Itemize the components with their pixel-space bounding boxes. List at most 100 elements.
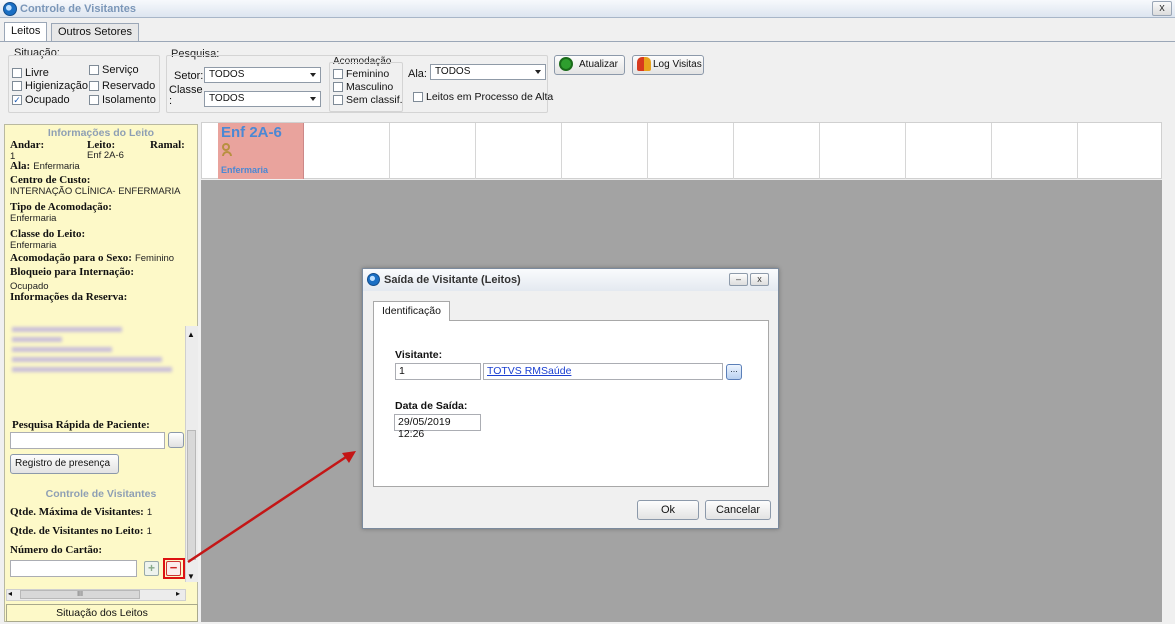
bed-cell-empty[interactable] bbox=[906, 123, 992, 179]
cartao-input[interactable] bbox=[10, 560, 137, 577]
cartao-label: Número do Cartão: bbox=[10, 544, 103, 556]
scroll-up-icon[interactable]: ▲ bbox=[187, 330, 195, 339]
classe-label: Classe: bbox=[169, 84, 203, 107]
bed-cell-empty[interactable] bbox=[390, 123, 476, 179]
checkbox-isolamento[interactable]: Isolamento bbox=[89, 94, 156, 106]
log-visitas-button[interactable]: Log Visitas bbox=[632, 55, 704, 75]
dialog-title: Saída de Visitante (Leitos) bbox=[384, 274, 521, 286]
minus-icon[interactable]: − bbox=[166, 561, 181, 576]
hscroll-thumb[interactable]: III bbox=[20, 590, 140, 599]
bloqueio-label: Bloqueio para Internação: bbox=[10, 266, 135, 278]
tipo-label: Tipo de Acomodação: bbox=[10, 201, 112, 213]
window-title: Controle de Visitantes bbox=[20, 3, 136, 15]
patient-icon bbox=[222, 143, 232, 157]
tab-divider bbox=[0, 41, 1175, 42]
checkbox-servico[interactable]: Serviço bbox=[89, 64, 139, 76]
classe-select[interactable]: TODOS bbox=[204, 91, 321, 107]
data-saida-label: Data de Saída: bbox=[395, 400, 468, 412]
chevron-down-icon bbox=[310, 97, 316, 101]
checkbox-reservado[interactable]: Reservado bbox=[89, 80, 155, 92]
bed-type: Enfermaria bbox=[221, 165, 269, 175]
visitante-name-link[interactable]: TOTVS RMSaúde bbox=[483, 363, 723, 380]
reserva-label: Informações da Reserva: bbox=[10, 291, 128, 303]
checkbox-sem-classif[interactable]: Sem classif. bbox=[333, 94, 403, 106]
bed-cell-empty[interactable] bbox=[1078, 123, 1162, 179]
chevron-down-icon bbox=[535, 70, 541, 74]
tab-outros-setores[interactable]: Outros Setores bbox=[51, 23, 139, 41]
pesquisa-rapida-input[interactable] bbox=[10, 432, 165, 449]
arrow-line bbox=[187, 455, 347, 564]
checkbox-feminino[interactable]: Feminino bbox=[333, 68, 389, 80]
checkbox-box[interactable] bbox=[89, 81, 99, 92]
bed-cell-empty[interactable] bbox=[648, 123, 734, 179]
ala-select[interactable]: TODOS bbox=[430, 64, 546, 80]
ala-label: Ala: bbox=[408, 68, 427, 80]
tab-identificacao[interactable]: Identificação bbox=[373, 301, 450, 321]
minimize-icon[interactable]: – bbox=[729, 273, 748, 286]
cancel-button[interactable]: Cancelar bbox=[705, 500, 771, 520]
data-saida-input[interactable]: 29/05/2019 12:26 bbox=[394, 414, 481, 440]
bed-name: Enf 2A-6 bbox=[221, 124, 282, 141]
bed-card-enf-2a-6[interactable]: Enf 2A-6 Enfermaria bbox=[218, 123, 304, 179]
bed-cell-empty[interactable] bbox=[734, 123, 820, 179]
bed-cell-empty[interactable] bbox=[562, 123, 648, 179]
checkbox-box[interactable] bbox=[333, 95, 343, 106]
bed-cell-empty[interactable] bbox=[992, 123, 1078, 179]
controle-visitantes-title: Controle de Visitantes bbox=[45, 488, 157, 500]
qtde-leito-row: Qtde. de Visitantes no Leito: 1 bbox=[10, 525, 152, 537]
classe-leito-value: Enfermaria bbox=[10, 240, 57, 251]
visitors-icon bbox=[637, 57, 651, 72]
checkbox-box[interactable] bbox=[12, 68, 22, 79]
andar-label: Andar: bbox=[10, 139, 45, 151]
checkbox-box[interactable] bbox=[89, 65, 99, 76]
title-bar bbox=[0, 0, 1175, 18]
checkbox-higienizacao[interactable]: Higienização bbox=[12, 80, 88, 92]
checkbox-box-checked[interactable]: ✓ bbox=[12, 95, 22, 106]
ok-button[interactable]: Ok bbox=[637, 500, 699, 520]
pesquisa-rapida-label: Pesquisa Rápida de Paciente: bbox=[12, 419, 150, 431]
setor-label: Setor: bbox=[174, 70, 204, 82]
checkbox-box[interactable] bbox=[333, 69, 343, 80]
ramal-label: Ramal: bbox=[150, 139, 185, 151]
close-button[interactable]: x bbox=[1152, 1, 1172, 16]
checkbox-box[interactable] bbox=[333, 82, 343, 93]
checkbox-livre[interactable]: Livre bbox=[12, 67, 49, 79]
registro-presenca-button[interactable]: Registro de presença bbox=[10, 454, 119, 474]
close-icon[interactable]: x bbox=[750, 273, 769, 286]
info-panel-title: Informações do Leito bbox=[47, 127, 155, 139]
qtde-max-row: Qtde. Máxima de Visitantes: 1 bbox=[10, 506, 153, 518]
bed-cell-empty[interactable] bbox=[820, 123, 906, 179]
atualizar-button[interactable]: Atualizar bbox=[554, 55, 625, 75]
scroll-down-icon[interactable]: ▼ bbox=[187, 572, 195, 581]
centro-value: INTERNAÇÃO CLÍNICA- ENFERMARIA bbox=[10, 186, 181, 197]
classe-leito-label: Classe do Leito: bbox=[10, 228, 86, 240]
situacao-leitos-tab[interactable]: Situação dos Leitos bbox=[6, 604, 198, 622]
scroll-left-icon[interactable]: ◂ bbox=[8, 589, 12, 598]
chevron-down-icon bbox=[310, 73, 316, 77]
app-icon bbox=[3, 2, 17, 16]
annotation-arrow bbox=[187, 451, 356, 564]
checkbox-box[interactable] bbox=[12, 81, 22, 92]
checkbox-leitos-alta[interactable]: Leitos em Processo de Alta bbox=[413, 91, 553, 103]
redacted-patient-info bbox=[12, 326, 182, 386]
sexo-row: Acomodação para o Sexo: Feminino bbox=[10, 252, 175, 264]
bed-cell-empty[interactable] bbox=[476, 123, 562, 179]
bed-grid: Enf 2A-6 Enfermaria bbox=[201, 122, 1162, 179]
dialog-app-icon bbox=[367, 273, 380, 286]
plus-icon[interactable]: + bbox=[144, 561, 159, 576]
leito-value: Enf 2A-6 bbox=[87, 150, 124, 161]
visitante-code-input[interactable]: 1 bbox=[395, 363, 481, 380]
tipo-value: Enfermaria bbox=[10, 213, 57, 224]
visitante-lookup-button[interactable]: ... bbox=[726, 364, 742, 380]
refresh-icon bbox=[559, 57, 573, 72]
visitante-label: Visitante: bbox=[395, 349, 443, 361]
scroll-right-icon[interactable]: ▸ bbox=[176, 589, 180, 598]
setor-select[interactable]: TODOS bbox=[204, 67, 321, 83]
tab-leitos[interactable]: Leitos bbox=[4, 22, 48, 42]
checkbox-box[interactable] bbox=[413, 92, 423, 103]
bed-cell-empty[interactable] bbox=[304, 123, 390, 179]
checkbox-box[interactable] bbox=[89, 95, 99, 106]
checkbox-masculino[interactable]: Masculino bbox=[333, 81, 393, 93]
checkbox-ocupado[interactable]: ✓ Ocupado bbox=[12, 94, 70, 106]
ala-row: Ala: Enfermaria bbox=[10, 160, 80, 172]
